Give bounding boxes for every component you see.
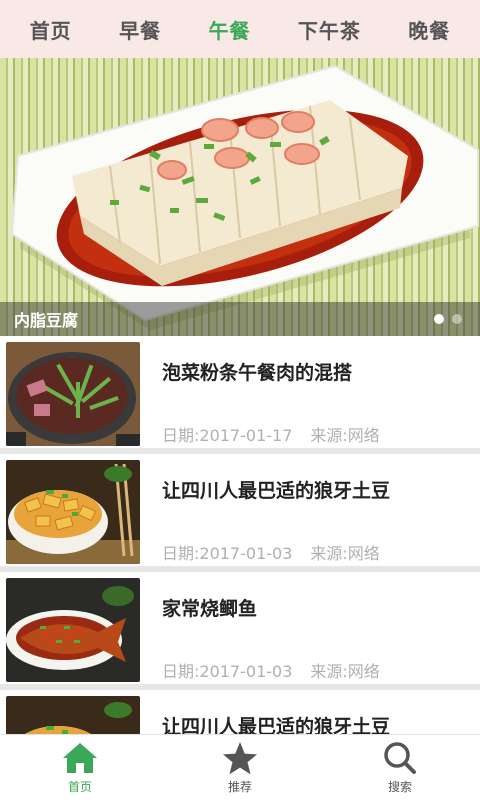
braised-fish-thumbnail (6, 578, 140, 682)
banner-title: 内脂豆腐 (14, 311, 79, 330)
article-source: 来源:网络 (310, 662, 380, 681)
article-date: 日期:2017-01-03 (162, 544, 293, 563)
bottom-nav-bar: 首页 推荐 搜索 (0, 734, 480, 800)
nav-recommend[interactable]: 推荐 (160, 735, 320, 800)
potato-bowl-thumbnail (6, 696, 140, 736)
article-title: 家常烧鲫鱼 (162, 598, 258, 620)
banner-caption-bar: 内脂豆腐 (0, 302, 480, 336)
article-meta: 日期:2017-01-03 来源:网络 (162, 658, 380, 682)
app-screen: 首页 早餐 午餐 下午茶 晚餐 内脂豆腐 泡菜粉条午餐肉的混搭 日期:2017-… (0, 0, 480, 800)
list-item[interactable]: 让四川人最巴适的狼牙土豆 (0, 690, 480, 736)
carousel-dot-2[interactable] (452, 314, 462, 324)
nav-search[interactable]: 搜索 (320, 735, 480, 800)
carousel-dot-1[interactable] (434, 314, 444, 324)
tab-breakfast[interactable]: 早餐 (119, 15, 161, 44)
article-meta: 日期:2017-01-03 来源:网络 (162, 540, 380, 564)
nav-search-label: 搜索 (387, 780, 412, 794)
article-title: 泡菜粉条午餐肉的混搭 (162, 362, 353, 384)
nav-recommend-label: 推荐 (227, 780, 252, 794)
article-date: 日期:2017-01-17 (162, 426, 293, 445)
tab-lunch[interactable]: 午餐 (208, 15, 250, 44)
home-icon (63, 743, 97, 773)
article-source: 来源:网络 (310, 544, 380, 563)
tab-dinner[interactable]: 晚餐 (408, 15, 450, 44)
article-meta: 日期:2017-01-17 来源:网络 (162, 422, 380, 446)
article-source: 来源:网络 (310, 426, 380, 445)
tab-afternoon-tea[interactable]: 下午茶 (298, 15, 361, 44)
article-list: 泡菜粉条午餐肉的混搭 日期:2017-01-17 来源:网络 让四川人最巴适的狼… (0, 336, 480, 736)
star-icon (223, 742, 257, 775)
potato-bowl-thumbnail (6, 460, 140, 564)
carousel-indicator (434, 314, 462, 324)
tab-home[interactable]: 首页 (30, 15, 72, 44)
article-title: 让四川人最巴适的狼牙土豆 (162, 716, 391, 736)
list-item[interactable]: 让四川人最巴适的狼牙土豆 日期:2017-01-03 来源:网络 (0, 454, 480, 572)
article-title: 让四川人最巴适的狼牙土豆 (162, 480, 391, 502)
tofu-dish-image (10, 64, 479, 330)
search-icon (384, 742, 416, 774)
list-item[interactable]: 家常烧鲫鱼 日期:2017-01-03 来源:网络 (0, 572, 480, 690)
pot-noodle-dish-thumbnail (6, 342, 140, 446)
category-tab-bar: 首页 早餐 午餐 下午茶 晚餐 (0, 0, 480, 58)
nav-home[interactable]: 首页 (0, 735, 160, 800)
banner-carousel[interactable]: 内脂豆腐 (0, 58, 480, 336)
article-date: 日期:2017-01-03 (162, 662, 293, 681)
nav-home-label: 首页 (67, 780, 92, 794)
list-item[interactable]: 泡菜粉条午餐肉的混搭 日期:2017-01-17 来源:网络 (0, 336, 480, 454)
